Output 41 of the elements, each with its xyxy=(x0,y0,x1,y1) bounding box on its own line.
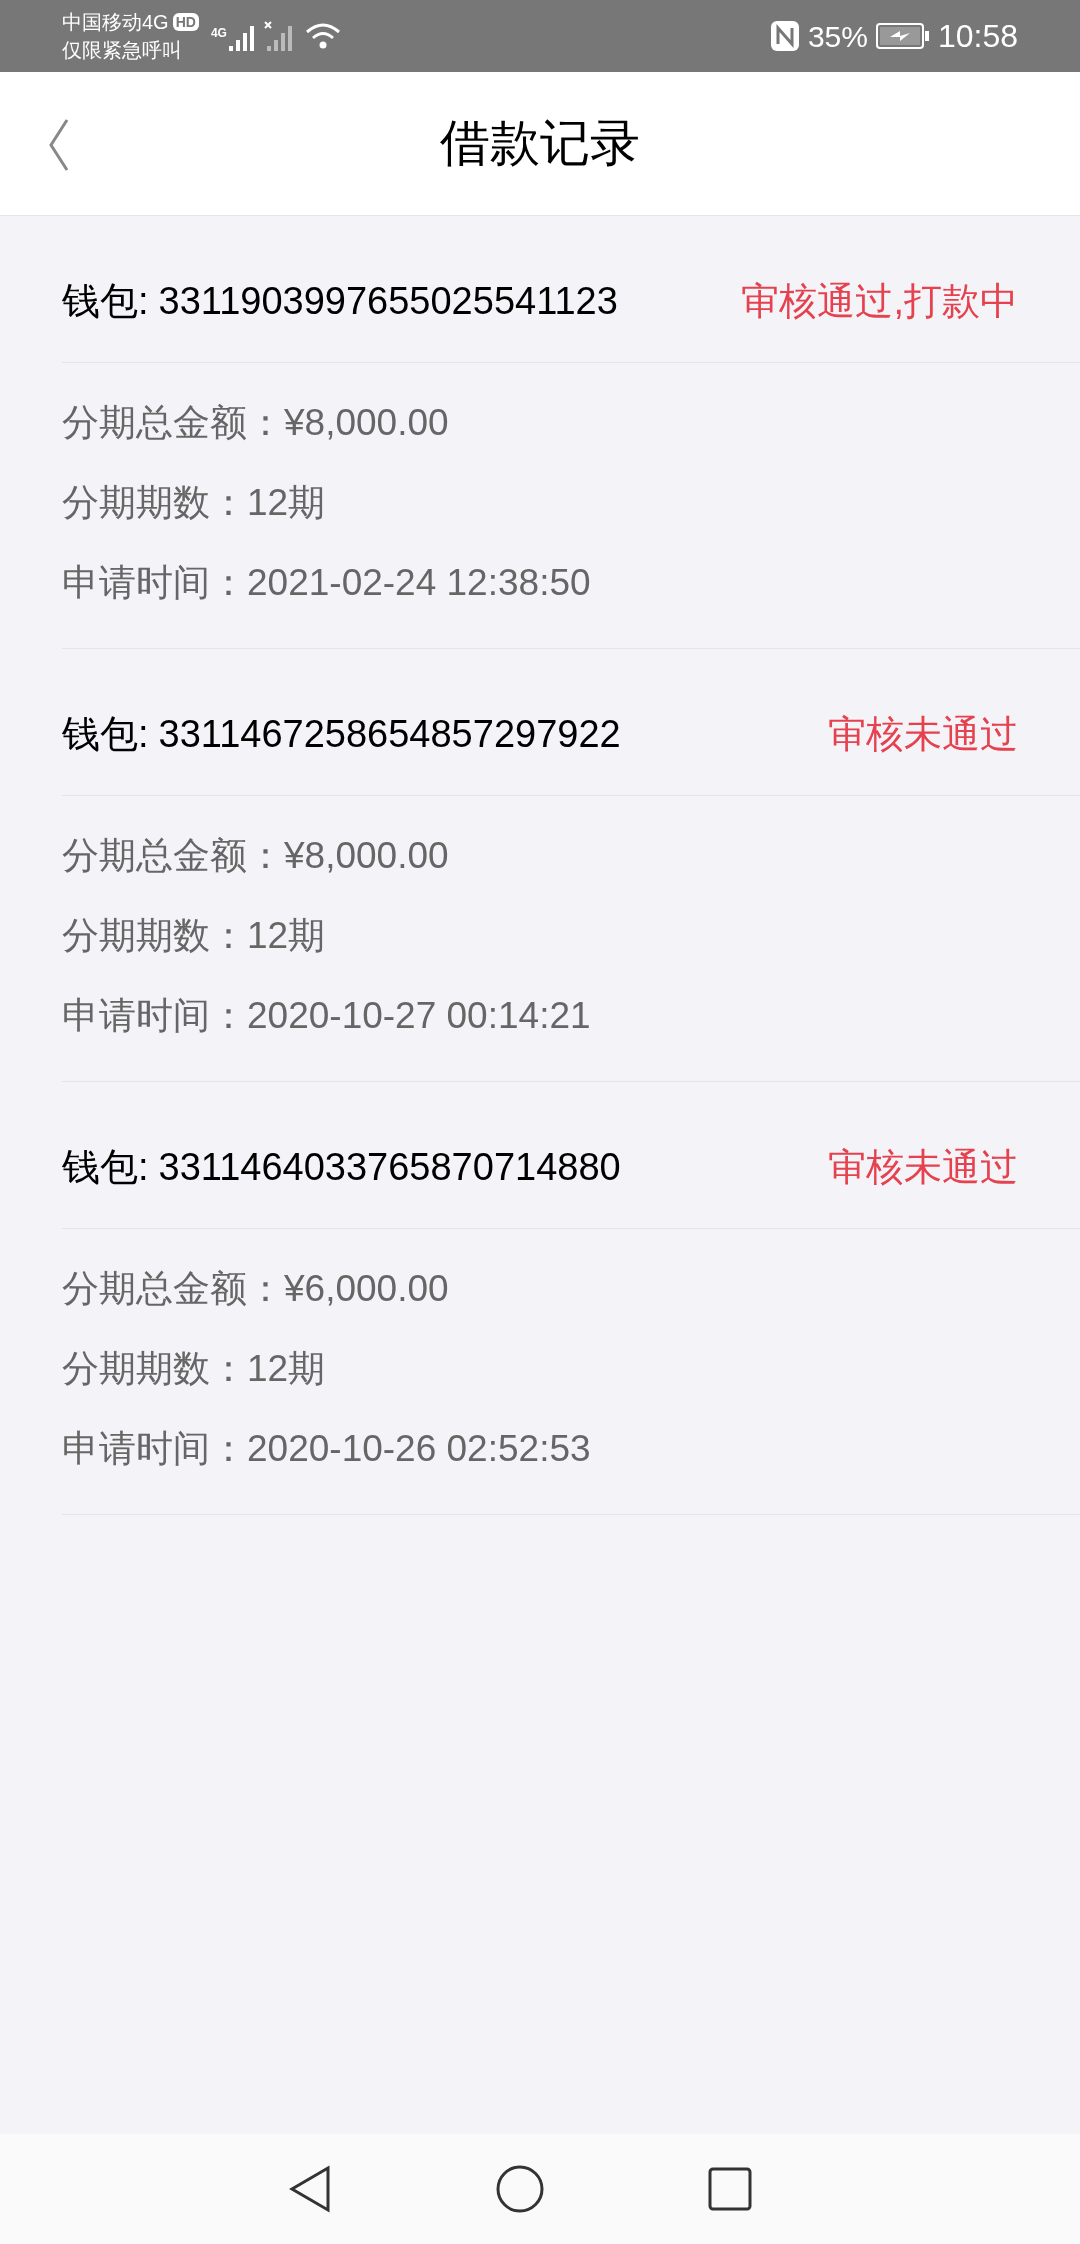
wallet-number: 3311903997655025541123 xyxy=(158,279,618,324)
field-label: 分期期数： xyxy=(62,914,247,959)
field-value: ¥6,000.00 xyxy=(284,1267,449,1312)
battery-charging-icon xyxy=(875,22,930,50)
wallet-label: 钱包: xyxy=(62,1145,149,1190)
field-value: ¥8,000.00 xyxy=(284,834,449,879)
field-label: 申请时间： xyxy=(62,1427,247,1472)
carrier-text: 中国移动4G xyxy=(62,10,169,35)
field-value: 2021-02-24 12:38:50 xyxy=(247,561,591,606)
field-label: 申请时间： xyxy=(62,561,247,606)
wallet-label: 钱包: xyxy=(62,712,149,757)
network-type-text: 4G xyxy=(210,25,227,42)
wallet-number: 3311464033765870714880 xyxy=(158,1145,621,1190)
wallet-number: 3311467258654857297922 xyxy=(158,712,621,757)
field-value: 12期 xyxy=(247,481,326,526)
status-text: 审核未通过 xyxy=(828,712,1018,757)
field-value: 12期 xyxy=(247,1347,326,1392)
field-value: 12期 xyxy=(247,914,326,959)
page-title: 借款记录 xyxy=(440,114,640,173)
status-text: 审核未通过 xyxy=(828,1145,1018,1190)
clock-text: 10:58 xyxy=(937,17,1018,56)
field-label: 分期期数： xyxy=(62,1347,247,1392)
field-label: 申请时间： xyxy=(62,994,247,1039)
home-button[interactable] xyxy=(495,2164,545,2214)
field-label: 分期总金额： xyxy=(62,1267,284,1312)
triangle-back-icon xyxy=(288,2165,332,2213)
back-icon xyxy=(49,118,69,172)
field-label: 分期期数： xyxy=(62,481,247,526)
hd-badge: HD xyxy=(172,13,199,31)
wallet-label: 钱包: xyxy=(62,279,149,324)
emergency-call-text: 仅限紧急呼叫 xyxy=(62,38,183,63)
field-value: 2020-10-26 02:52:53 xyxy=(247,1427,591,1472)
status-text: 审核通过,打款中 xyxy=(741,279,1018,324)
home-circle-icon xyxy=(495,2164,545,2214)
field-label: 分期总金额： xyxy=(62,401,284,446)
battery-percent-text: 35% xyxy=(807,18,868,55)
nfc-icon xyxy=(769,20,800,52)
field-value: 2020-10-27 00:14:21 xyxy=(247,994,591,1039)
field-value: ¥8,000.00 xyxy=(284,401,449,446)
field-label: 分期总金额： xyxy=(62,834,284,879)
recents-square-icon xyxy=(708,2167,752,2211)
